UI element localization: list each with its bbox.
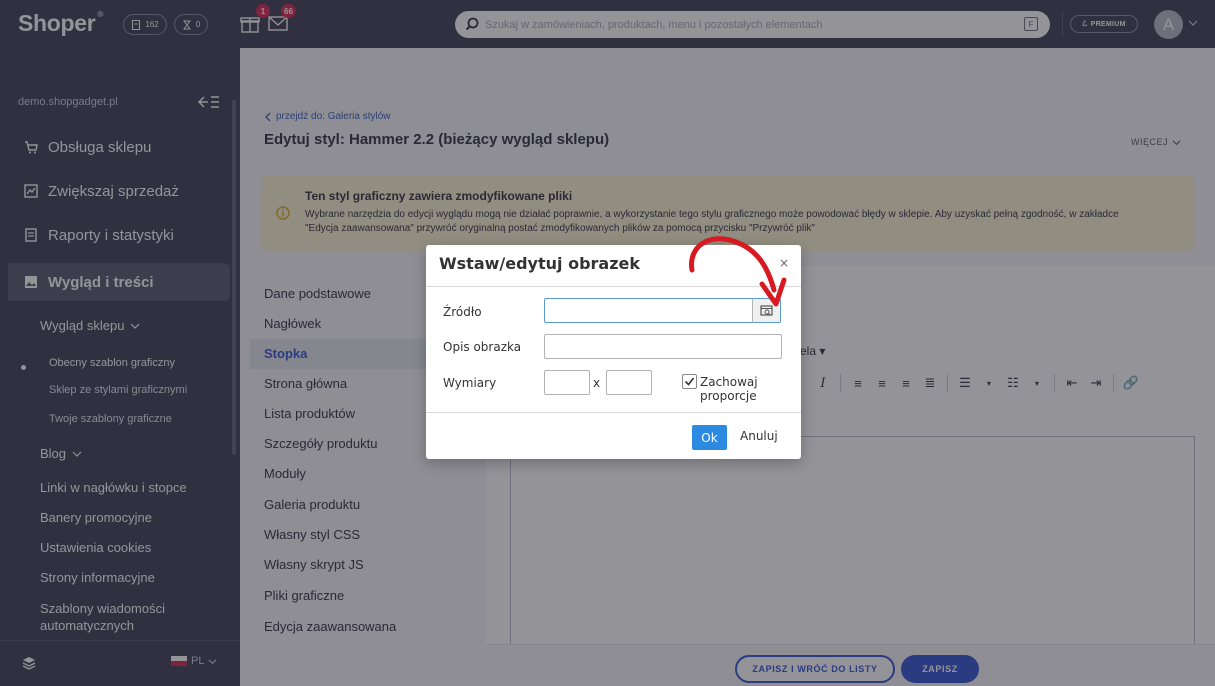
ok-button[interactable]: Ok	[692, 425, 727, 450]
keep-ratio-label[interactable]: Zachowaj proporcje	[700, 375, 801, 403]
dialog-footer-divider	[426, 412, 801, 413]
height-input[interactable]	[606, 370, 652, 395]
dimensions-label: Wymiary	[443, 376, 497, 390]
dialog-title: Wstaw/edytuj obrazek	[439, 254, 641, 273]
dimension-separator: x	[593, 376, 601, 390]
width-input[interactable]	[544, 370, 590, 395]
alt-input[interactable]	[544, 334, 782, 359]
keep-ratio-checkbox[interactable]	[682, 374, 697, 389]
alt-label: Opis obrazka	[443, 340, 522, 354]
checkmark-icon	[684, 377, 695, 386]
cancel-button[interactable]: Anuluj	[740, 429, 778, 443]
source-label: Źródło	[443, 305, 482, 319]
annotation-arrow-icon	[689, 236, 787, 307]
